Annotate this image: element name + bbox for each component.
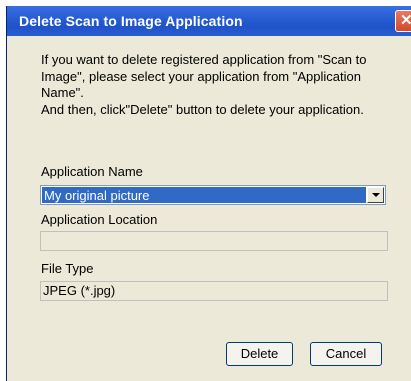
application-name-select[interactable]: My original picture	[40, 185, 386, 205]
file-type-label: File Type	[41, 261, 94, 276]
close-button[interactable]: ✕	[395, 10, 411, 32]
close-icon: ✕	[400, 12, 411, 29]
dialog-title: Delete Scan to Image Application	[19, 13, 243, 29]
file-type-field: JPEG (*.jpg)	[40, 281, 388, 301]
instruction-line: Name".	[41, 85, 84, 100]
application-location-label: Application Location	[41, 212, 158, 227]
chevron-down-icon[interactable]	[367, 187, 384, 203]
application-name-selected: My original picture	[42, 187, 366, 203]
delete-button[interactable]: Delete	[226, 342, 293, 366]
instructions-text: If you want to delete registered applica…	[41, 52, 391, 118]
application-location-field	[40, 231, 388, 251]
instruction-line: And then, click"Delete" button to delete…	[41, 101, 364, 117]
instruction-line: Image", please select your application f…	[41, 68, 361, 84]
instruction-line: If you want to delete registered applica…	[41, 52, 367, 67]
application-name-label: Application Name	[41, 164, 143, 179]
cancel-button[interactable]: Cancel	[310, 342, 382, 366]
title-bar[interactable]: Delete Scan to Image Application ✕	[7, 6, 411, 36]
dialog-window: Delete Scan to Image Application ✕ If yo…	[6, 6, 411, 381]
